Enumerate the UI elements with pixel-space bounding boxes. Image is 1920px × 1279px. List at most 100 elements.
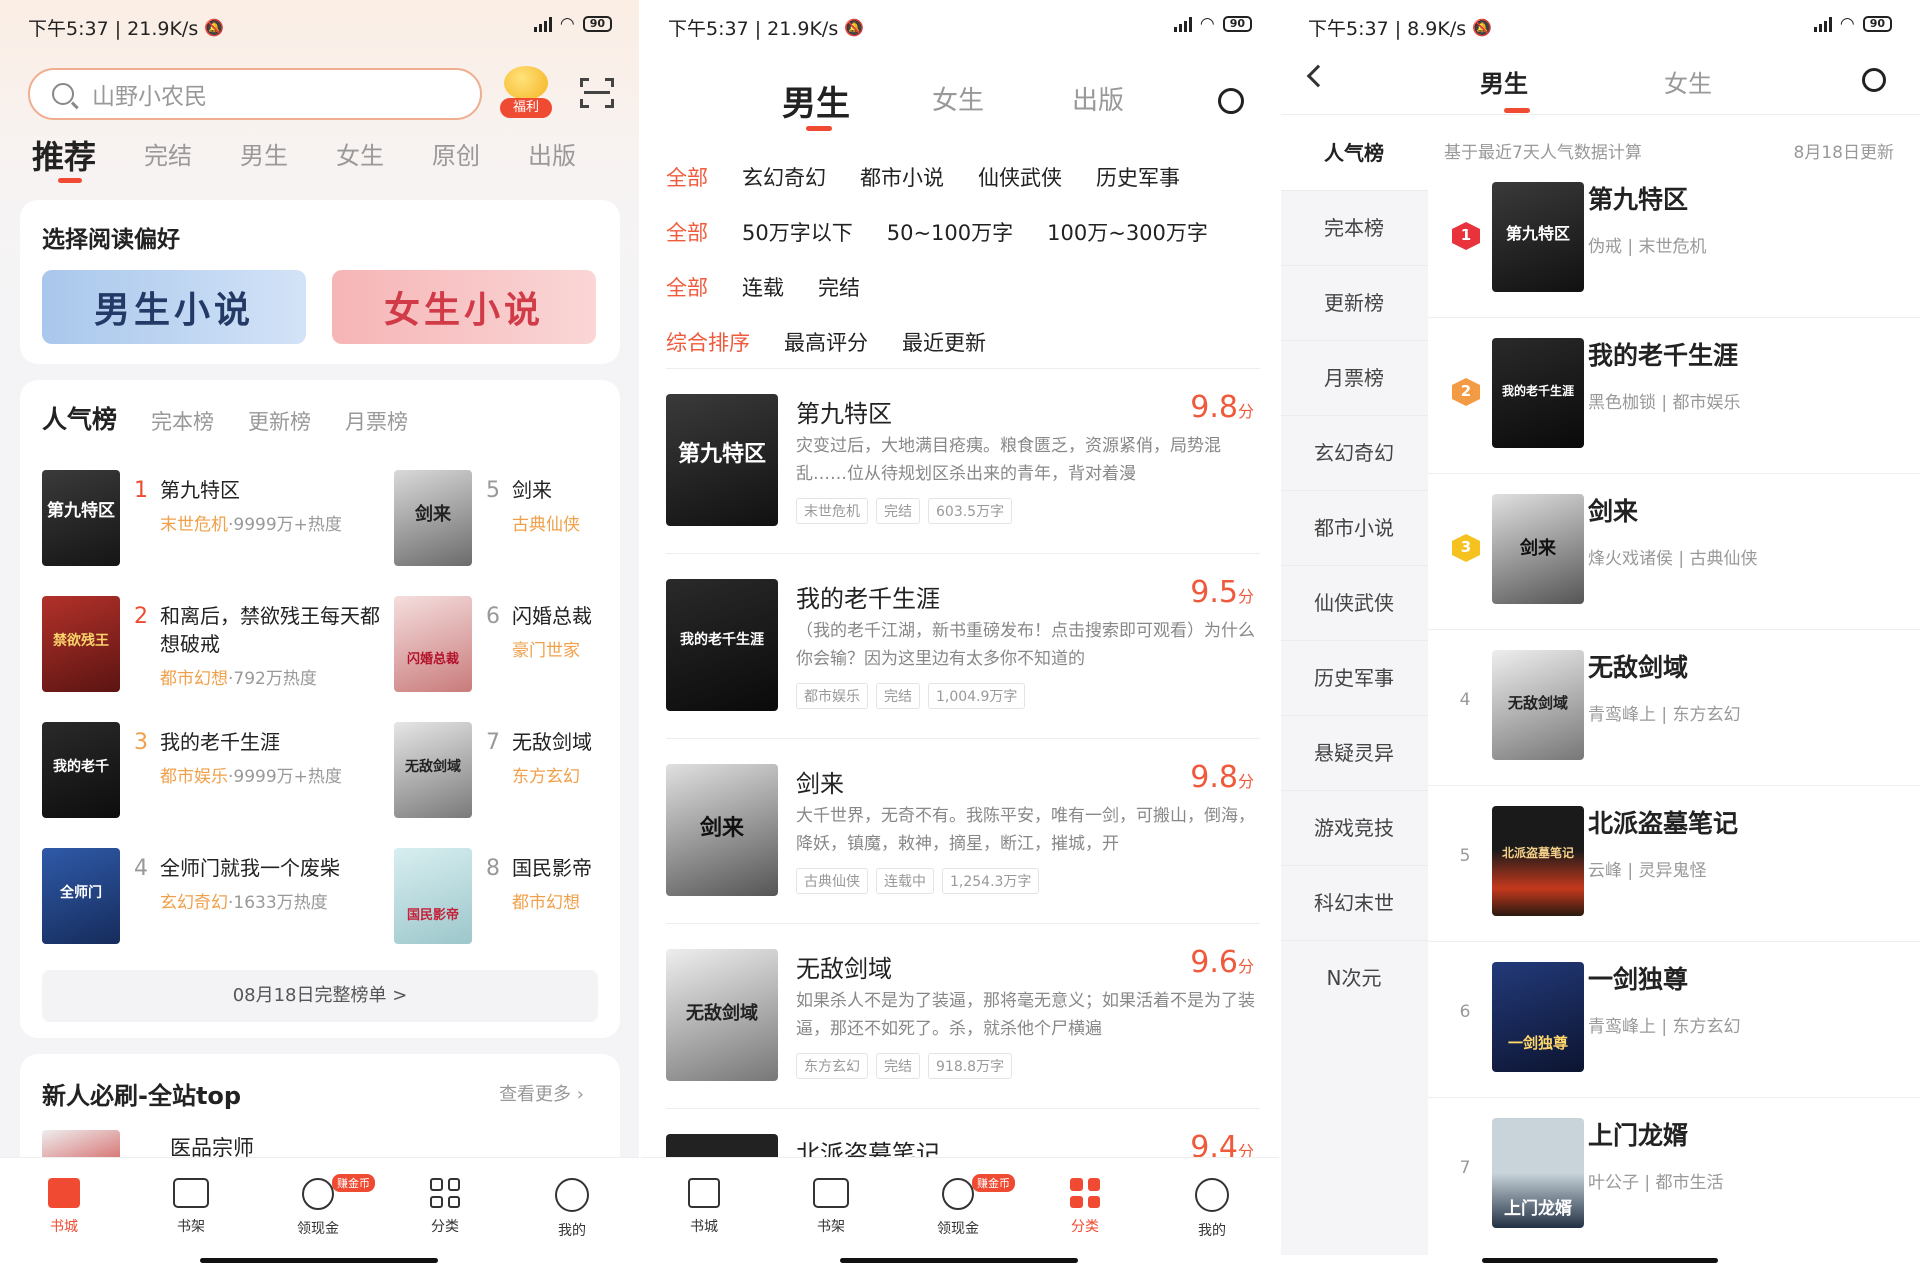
book-list-item[interactable]: 剑来 剑来 9.8分 大千世界，无奇不有。我陈平安，唯有一剑，可搬山，倒海，降妖… <box>666 754 1260 924</box>
filter-option[interactable]: 50~100万字 <box>887 221 1013 245</box>
tab-bookshelf[interactable]: 书架 <box>141 1178 241 1236</box>
tab-publish[interactable]: 出版 <box>528 136 576 186</box>
tab-updated[interactable]: 更新榜 <box>248 406 311 436</box>
book-list-item[interactable]: 我的老千生涯 我的老千生涯 9.5分 （我的老千江湖，新书重磅发布！点击搜索即可… <box>666 569 1260 739</box>
sidebar-item-gaming[interactable]: 游戏竞技 <box>1280 791 1428 866</box>
tab-bookshelf[interactable]: 书架 <box>781 1178 881 1236</box>
filter-option[interactable]: 全部 <box>666 276 708 300</box>
filter-option[interactable]: 仙侠武侠 <box>978 166 1062 190</box>
tab-recommend[interactable]: 推荐 <box>32 132 96 183</box>
ranking-row[interactable]: 3 剑来 剑来 烽火戏诸侯 | 古典仙侠 <box>1428 474 1920 630</box>
filter-option[interactable]: 全部 <box>666 221 708 245</box>
ranking-row[interactable]: 6 一剑独尊 一剑独尊 青鸾峰上 | 东方玄幻 <box>1428 942 1920 1098</box>
sidebar-item-completed[interactable]: 完本榜 <box>1280 191 1428 266</box>
tab-bookstore[interactable]: 书城 <box>654 1178 754 1236</box>
tag: 1,004.9万字 <box>928 683 1026 709</box>
ranking-row[interactable]: 4 无敌剑域 无敌剑域 青鸾峰上 | 东方玄幻 <box>1428 630 1920 786</box>
sidebar-item-updated[interactable]: 更新榜 <box>1280 266 1428 341</box>
ranking-item[interactable]: 闪婚总裁 6 闪婚总裁 豪门世家 <box>394 596 598 692</box>
tab-bookstore[interactable]: 书城 <box>14 1178 114 1236</box>
gender-tabs: 男生 女生 出版 <box>640 80 1280 131</box>
filter-option[interactable]: 50万字以下 <box>742 221 853 245</box>
rank-number: 5 <box>486 478 500 503</box>
search-icon[interactable] <box>1862 68 1886 92</box>
back-arrow-icon[interactable] <box>1306 64 1330 88</box>
tab-female[interactable]: 女生 <box>1664 64 1712 99</box>
book-cover: 一剑独尊 <box>1492 962 1584 1072</box>
home-indicator[interactable] <box>1482 1258 1718 1263</box>
sidebar-item-popular[interactable]: 人气榜 <box>1280 116 1428 191</box>
filter-option[interactable]: 最近更新 <box>902 331 986 355</box>
filter-option[interactable]: 玄幻奇幻 <box>742 166 826 190</box>
sidebar-item-monthly[interactable]: 月票榜 <box>1280 341 1428 416</box>
ranking-item[interactable]: 无敌剑域 7 无敌剑域 东方玄幻 <box>394 722 598 818</box>
tab-male[interactable]: 男生 <box>1480 64 1528 99</box>
ranking-item[interactable]: 国民影帝 8 国民影帝 都市幻想 <box>394 848 598 944</box>
see-more-link[interactable]: 查看更多 › <box>499 1080 584 1106</box>
tab-category[interactable]: 分类 <box>395 1178 495 1236</box>
search-icon[interactable] <box>1218 88 1244 114</box>
tab-popular[interactable]: 人气榜 <box>42 400 117 436</box>
filter-option[interactable]: 综合排序 <box>666 331 750 355</box>
filter-option[interactable]: 100万~300万字 <box>1047 221 1208 245</box>
sidebar-item-acg[interactable]: N次元 <box>1280 941 1428 1016</box>
sidebar-item-xianxia[interactable]: 仙侠武侠 <box>1280 566 1428 641</box>
filter-option[interactable]: 最高评分 <box>784 331 868 355</box>
sidebar-item-fantasy[interactable]: 玄幻奇幻 <box>1280 416 1428 491</box>
tab-completed[interactable]: 完本榜 <box>151 406 214 436</box>
male-novel-button[interactable]: 男生小说 <box>42 270 306 344</box>
scan-icon[interactable] <box>580 78 614 108</box>
tab-finished[interactable]: 完结 <box>144 136 192 186</box>
female-novel-button[interactable]: 女生小说 <box>332 270 596 344</box>
filter-option[interactable]: 全部 <box>666 166 708 190</box>
filter-option[interactable]: 都市小说 <box>860 166 944 190</box>
filter-option[interactable]: 连载 <box>742 276 784 300</box>
tab-mine[interactable]: 我的 <box>1162 1178 1262 1240</box>
status-bar: 下午5:37 | 8.9K/s 🔕 ◠ 90 <box>1280 12 1920 42</box>
ranking-item[interactable]: 我的老千 3 我的老千生涯 都市娱乐·9999万+热度 <box>42 722 342 818</box>
home-indicator[interactable] <box>840 1258 1078 1263</box>
tab-female[interactable]: 女生 <box>932 80 984 117</box>
home-indicator[interactable] <box>200 1258 438 1263</box>
bottom-tab-bar: 书城 书架 赚金币 领现金 分类 我的 <box>0 1157 640 1279</box>
tab-mine[interactable]: 我的 <box>522 1178 622 1240</box>
book-title: 第九特区 <box>796 400 892 428</box>
tab-get-cash[interactable]: 赚金币 领现金 <box>268 1174 375 1238</box>
book-cover: 剑来 <box>394 470 472 566</box>
book-title: 剑来 <box>512 478 552 502</box>
book-list-item[interactable]: 第九特区 第九特区 9.8分 灾变过后，大地满目疮痍。粮食匮乏，资源紧俏，局势混… <box>666 384 1260 554</box>
full-ranking-button[interactable]: 08月18日完整榜单 > <box>42 970 598 1022</box>
signal-icon <box>1173 16 1192 32</box>
filter-option[interactable]: 完结 <box>818 276 860 300</box>
ranking-row[interactable]: 5 北派盗墓笔记 北派盗墓笔记 云峰 | 灵异鬼怪 <box>1428 786 1920 942</box>
ranking-row[interactable]: 2 我的老千生涯 我的老千生涯 黑色枷锁 | 都市娱乐 <box>1428 318 1920 474</box>
tab-original[interactable]: 原创 <box>432 136 480 186</box>
book-list-item[interactable]: 无敌剑域 无敌剑域 9.6分 如果杀人不是为了装逼，那将毫无意义；如果活着不是为… <box>666 939 1260 1109</box>
tab-male[interactable]: 男生 <box>240 136 288 186</box>
tab-category[interactable]: 分类 <box>1035 1178 1135 1236</box>
ranking-row[interactable]: 1 第九特区 第九特区 伪戒 | 末世危机 <box>1428 162 1920 318</box>
tag: 603.5万字 <box>928 498 1013 524</box>
ranking-row[interactable]: 7 上门龙婿 上门龙婿 叶公子 | 都市生活 <box>1428 1098 1920 1254</box>
welfare-button[interactable]: 福利 <box>498 64 554 120</box>
sidebar-item-history[interactable]: 历史军事 <box>1280 641 1428 716</box>
tab-female[interactable]: 女生 <box>336 136 384 186</box>
ranking-item[interactable]: 剑来 5 剑来 古典仙侠 <box>394 470 598 566</box>
book-cover: 第九特区 <box>666 394 778 526</box>
book-meta: 青鸾峰上 | 东方玄幻 <box>1588 1017 1741 1037</box>
sidebar-item-mystery[interactable]: 悬疑灵异 <box>1280 716 1428 791</box>
filter-option[interactable]: 历史军事 <box>1096 166 1180 190</box>
sidebar-item-scifi[interactable]: 科幻末世 <box>1280 866 1428 941</box>
ranking-item[interactable]: 禁欲残王 2 和离后，禁欲残王每天都想破戒 都市幻想·792万热度 <box>42 596 380 692</box>
ranking-item[interactable]: 全师门 4 全师门就我一个废柴 玄幻奇幻·1633万热度 <box>42 848 340 944</box>
welfare-label: 福利 <box>500 98 552 118</box>
tab-publish[interactable]: 出版 <box>1072 80 1124 117</box>
tab-get-cash[interactable]: 赚金币 领现金 <box>908 1174 1015 1238</box>
divider <box>666 368 1260 369</box>
sidebar-item-urban[interactable]: 都市小说 <box>1280 491 1428 566</box>
ranking-item[interactable]: 第九特区 1 第九特区 末世危机·9999万+热度 <box>42 470 342 566</box>
tab-monthly[interactable]: 月票榜 <box>345 406 408 436</box>
search-input[interactable]: 山野小农民 <box>28 68 482 120</box>
tab-male[interactable]: 男生 <box>782 76 850 131</box>
reading-preference-card: 选择阅读偏好 男生小说 女生小说 <box>20 200 620 364</box>
